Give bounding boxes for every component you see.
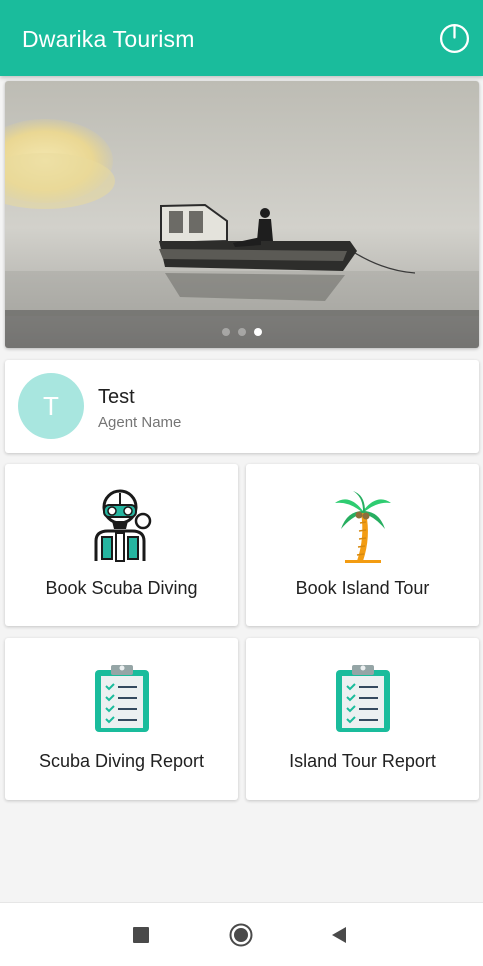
card-label: Island Tour Report — [289, 751, 436, 771]
banner-image — [5, 81, 479, 348]
app-bar: Dwarika Tourism — [0, 0, 483, 76]
book-island-tour-card[interactable]: Book Island Tour — [246, 464, 479, 626]
power-icon[interactable] — [438, 22, 471, 55]
system-nav-bar — [0, 902, 483, 966]
clipboard-checklist-icon — [335, 665, 390, 732]
avatar: T — [18, 373, 84, 439]
banner-carousel[interactable] — [5, 81, 479, 348]
back-triangle-icon[interactable] — [330, 926, 348, 944]
card-label: Book Island Tour — [295, 578, 430, 598]
recents-square-icon[interactable] — [133, 927, 149, 943]
palm-tree-icon — [334, 491, 391, 563]
app-title: Dwarika Tourism — [22, 26, 195, 52]
island-tour-report-card[interactable]: Island Tour Report — [246, 638, 479, 800]
scuba-diver-icon — [94, 489, 151, 562]
carousel-dot-active[interactable] — [254, 328, 262, 336]
carousel-dot[interactable] — [238, 328, 246, 336]
carousel-dots — [5, 328, 479, 336]
card-label: Book Scuba Diving — [45, 578, 198, 598]
clipboard-checklist-icon — [94, 665, 149, 732]
scuba-diving-report-card[interactable]: Scuba Diving Report — [5, 638, 238, 800]
carousel-dot[interactable] — [222, 328, 230, 336]
agent-name: Test — [98, 386, 135, 408]
agent-card: T Test Agent Name — [5, 360, 479, 453]
book-scuba-diving-card[interactable]: Book Scuba Diving — [5, 464, 238, 626]
agent-role: Agent Name — [98, 414, 182, 431]
home-circle-icon[interactable] — [229, 923, 253, 947]
card-label: Scuba Diving Report — [38, 751, 205, 771]
